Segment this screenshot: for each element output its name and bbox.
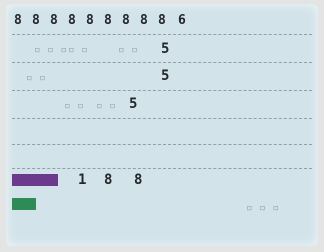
status-value-2: 8: [104, 172, 113, 188]
status-value-3: 8: [134, 172, 143, 188]
row3-value: 5: [129, 96, 138, 112]
player-purple-bar: [12, 174, 58, 186]
player-green-block: [12, 198, 36, 210]
top-glyph-9: 8: [158, 13, 166, 28]
board-rule-6: [12, 168, 312, 169]
top-glyph-4: 8: [68, 13, 76, 28]
board-rule-2: [12, 62, 312, 63]
faint-marker: ▫ ▫: [118, 43, 138, 56]
top-glyph-2: 8: [32, 13, 40, 28]
faint-marker: ▫ ▫: [64, 99, 84, 112]
board-rule-4: [12, 118, 312, 119]
status-value-1: 1: [78, 172, 87, 188]
top-glyph-6: 8: [104, 13, 112, 28]
top-glyph-7: 8: [122, 13, 130, 28]
top-glyph-10: 6: [178, 13, 186, 28]
game-screen: 8 8 8 8 8 8 8 8 8 6 ▫ ▫ ▫ ▫ ▫ ▫ ▫ 5 ▫ ▫ …: [6, 4, 318, 246]
board-rule-5: [12, 144, 312, 145]
row2-value: 5: [161, 68, 170, 84]
faint-marker: ▫ ▫: [96, 99, 116, 112]
faint-marker: ▫ ▫ ▫: [34, 43, 68, 56]
top-glyph-3: 8: [50, 13, 58, 28]
faint-marker: ▫ ▫ ▫: [246, 201, 280, 214]
row1-value: 5: [161, 41, 170, 57]
faint-marker: ▫ ▫: [68, 43, 88, 56]
faint-marker: ▫ ▫: [26, 71, 46, 84]
board-rule-3: [12, 90, 312, 91]
top-glyph-1: 8: [14, 13, 22, 28]
tv-bezel: 8 8 8 8 8 8 8 8 8 6 ▫ ▫ ▫ ▫ ▫ ▫ ▫ 5 ▫ ▫ …: [0, 0, 324, 252]
board-rule-1: [12, 34, 312, 35]
top-glyph-8: 8: [140, 13, 148, 28]
top-glyph-5: 8: [86, 13, 94, 28]
